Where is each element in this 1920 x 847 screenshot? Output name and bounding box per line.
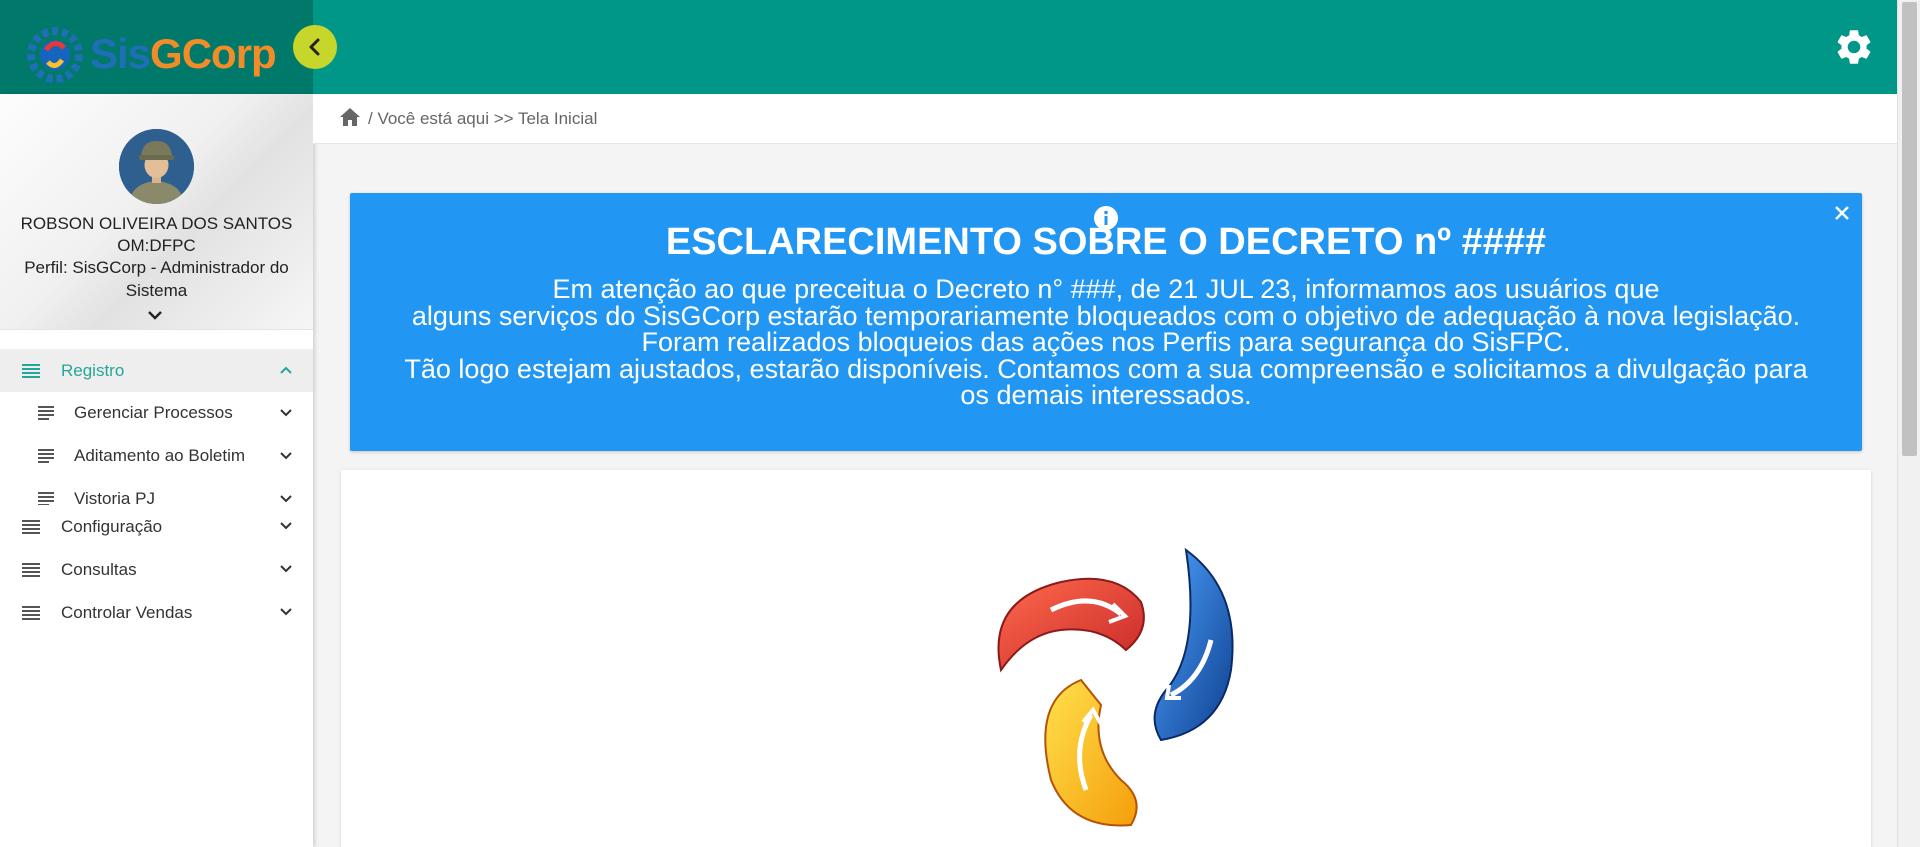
chevron-down-icon (280, 409, 292, 417)
decree-alert: ESCLARECIMENTO SOBRE O DECRETO nº #### E… (350, 193, 1862, 451)
alert-line: alguns serviços do SisGCorp estarão temp… (411, 300, 1801, 331)
logo[interactable]: SisGCorp (0, 0, 313, 94)
sidebar-item-configuracao[interactable]: Configuração (0, 505, 313, 548)
home-icon[interactable] (339, 107, 361, 127)
registro-submenu: Gerenciar Processos Aditamento ao Boleti… (0, 392, 313, 505)
breadcrumb: / Você está aqui >> Tela Inicial (313, 94, 1897, 144)
sidebar-item-label: Registro (61, 360, 125, 380)
sidebar-item-controlar-vendas[interactable]: Controlar Vendas (0, 591, 313, 634)
page-scrollbar[interactable] (1897, 0, 1920, 847)
logo-gear-icon (27, 27, 83, 83)
sisgcorp-emblem-icon (997, 547, 1234, 827)
chevron-down-icon (280, 565, 292, 573)
sidebar-subitem-label: Vistoria PJ (74, 489, 155, 505)
sidebar-menu: Registro Gerenciar Processos Aditamento … (0, 349, 313, 634)
list-icon (38, 449, 54, 463)
chevron-down-icon[interactable] (146, 308, 164, 322)
avatar (119, 129, 194, 204)
user-profile-role: Perfil: SisGCorp - Administrador do Sist… (24, 258, 289, 300)
chevron-up-icon (280, 366, 292, 374)
list-icon (38, 492, 54, 505)
list-icon (22, 606, 40, 620)
sidebar-item-registro[interactable]: Registro (0, 349, 313, 392)
collapse-sidebar-button[interactable] (293, 25, 337, 69)
sidebar-subitem-label: Gerenciar Processos (74, 403, 233, 422)
sidebar-item-label: Consultas (61, 559, 137, 579)
top-app-bar: SisGCorp (0, 0, 1897, 94)
scrollbar-thumb[interactable] (1902, 2, 1917, 456)
alert-title: ESCLARECIMENTO SOBRE O DECRETO nº #### (665, 221, 1547, 263)
gear-icon[interactable] (1833, 26, 1875, 68)
sidebar-subitem-vistoria-pj[interactable]: Vistoria PJ (0, 478, 313, 505)
list-icon (22, 563, 40, 577)
chevron-down-icon (280, 608, 292, 616)
sidebar-item-consultas[interactable]: Consultas (0, 548, 313, 591)
user-name: ROBSON OLIVEIRA DOS SANTOS (20, 214, 293, 233)
home-card (341, 470, 1871, 847)
user-profile: ROBSON OLIVEIRA DOS SANTOS OM:DFPC Perfi… (0, 94, 313, 330)
alert-line: Tão logo estejam ajustados, estarão disp… (404, 353, 1808, 410)
close-icon[interactable] (1832, 203, 1852, 223)
sidebar-item-label: Controlar Vendas (61, 602, 193, 622)
chevron-down-icon (280, 495, 292, 503)
sidebar-subitem-gerenciar-processos[interactable]: Gerenciar Processos (0, 392, 313, 435)
sidebar-subitem-label: Aditamento ao Boletim (74, 446, 246, 465)
chevron-down-icon (280, 522, 292, 530)
chevron-left-icon (309, 38, 320, 56)
alert-line: Foram realizados bloqueios das ações nos… (641, 327, 1571, 357)
sidebar-subitem-aditamento-boletim[interactable]: Aditamento ao Boletim (0, 435, 313, 478)
sidebar-item-label: Configuração (61, 516, 163, 536)
sidebar: ROBSON OLIVEIRA DOS SANTOS OM:DFPC Perfi… (0, 94, 313, 847)
user-om: OM:DFPC (117, 236, 196, 255)
chevron-down-icon (280, 452, 292, 460)
list-icon (22, 364, 40, 378)
list-icon (38, 406, 54, 420)
logo-text: SisGCorp (90, 30, 277, 77)
alert-line: Em atenção ao que preceitua o Decreto n°… (552, 274, 1660, 304)
soldier-avatar-icon (119, 129, 194, 204)
breadcrumb-text: / Você está aqui >> Tela Inicial (368, 109, 598, 128)
list-icon (22, 520, 40, 534)
alert-body: Em atenção ao que preceitua o Decreto n°… (390, 276, 1822, 409)
